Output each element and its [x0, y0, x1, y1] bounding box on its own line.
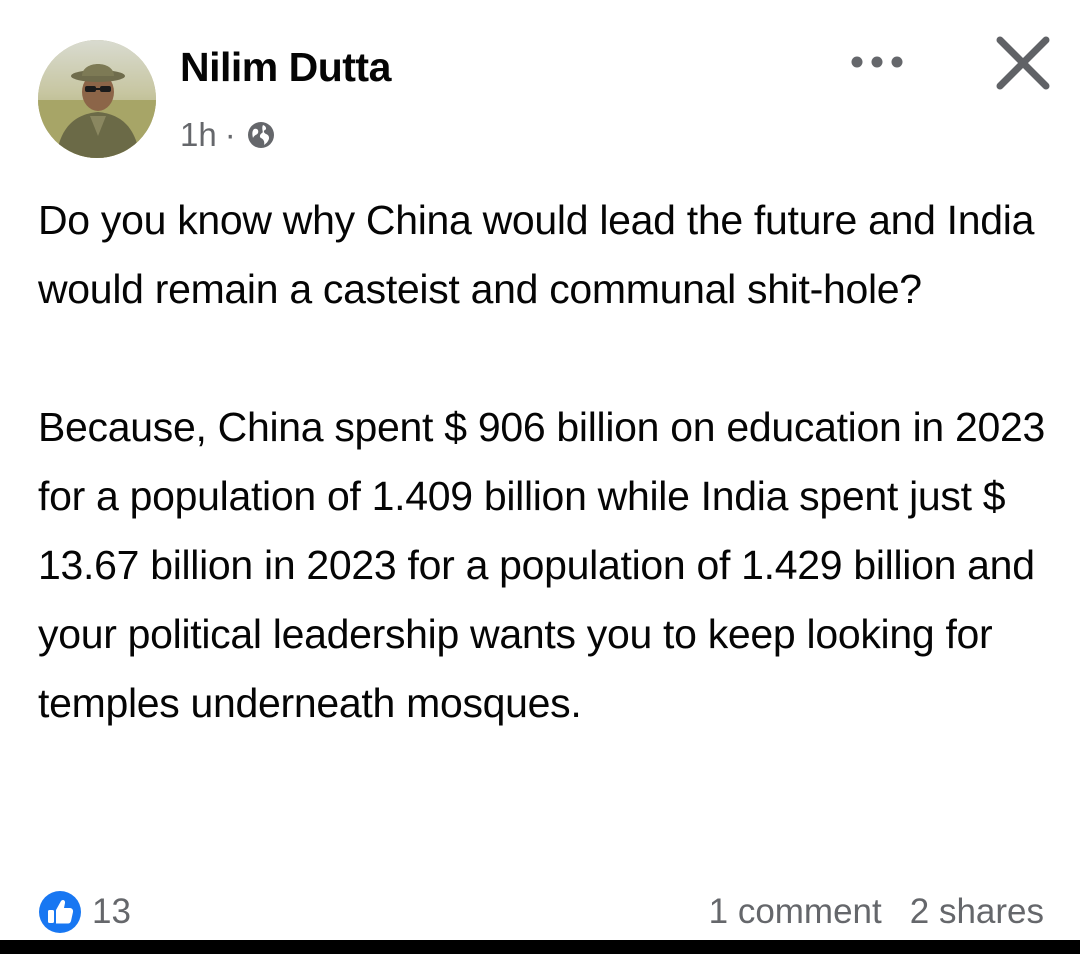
post-meta: 1h · — [180, 116, 276, 154]
author-name[interactable]: Nilim Dutta — [180, 44, 391, 91]
meta-separator: · — [224, 116, 236, 153]
post-body: Do you know why China would lead the fut… — [38, 186, 1048, 738]
comments-link[interactable]: 1 comment — [709, 892, 882, 932]
facebook-post: Nilim Dutta 1h · Do you know why China w… — [0, 0, 1080, 940]
like-icon — [39, 891, 81, 933]
avatar[interactable] — [38, 40, 156, 158]
avatar-photo — [38, 40, 156, 158]
post-paragraph: Do you know why China would lead the fut… — [38, 197, 1035, 312]
shares-link[interactable]: 2 shares — [910, 892, 1044, 932]
globe-icon — [247, 122, 274, 148]
more-options-button[interactable] — [842, 40, 912, 84]
post-paragraph: Because, China spent $ 906 billion on ed… — [38, 404, 1045, 726]
reaction-count: 13 — [92, 892, 131, 931]
bottom-bar — [0, 940, 1080, 954]
engagement-stats: 1 comment 2 shares — [709, 892, 1044, 932]
post-timestamp[interactable]: 1h — [180, 116, 217, 154]
close-button[interactable] — [988, 28, 1058, 98]
more-options-icon — [851, 56, 903, 68]
reactions-summary[interactable]: 13 — [38, 890, 131, 934]
close-icon — [996, 36, 1050, 90]
